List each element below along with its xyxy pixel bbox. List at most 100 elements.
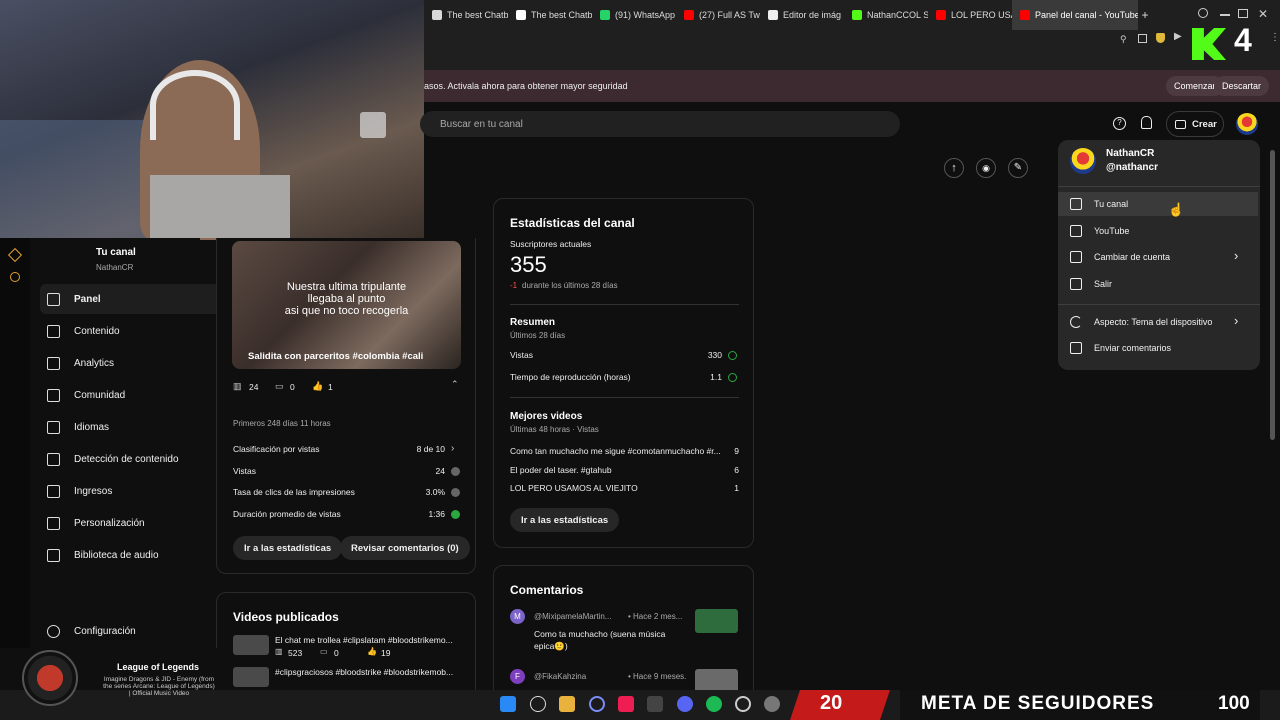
menu-item-cambiar-de-cuenta[interactable]: Cambiar de cuenta › [1058, 245, 1258, 269]
search-tabs-icon[interactable] [1198, 8, 1208, 18]
sidebar-item-ingresos[interactable]: Ingresos [40, 476, 220, 506]
discord-icon[interactable] [677, 696, 693, 712]
tab-label: LOL PERO USA [951, 10, 1012, 20]
tab-label: The best Chatb [531, 10, 592, 20]
menu-avatar [1070, 148, 1096, 174]
banner-text: asos. Activala ahora para obtener mayor … [424, 81, 628, 91]
browser-tab[interactable]: The best Chatb [424, 0, 508, 30]
top-video-title[interactable]: Como tan muchacho me sigue #comotanmucha… [510, 446, 721, 456]
more-icon[interactable]: ⋮ [1270, 32, 1280, 43]
browser-tab[interactable]: (91) WhatsApp [592, 0, 676, 30]
review-comments-button[interactable]: Revisar comentarios (0) [340, 536, 470, 560]
strip-icon[interactable] [7, 247, 23, 263]
file-explorer-icon[interactable] [559, 696, 575, 712]
menu-item-enviar-comentarios[interactable]: Enviar comentarios [1058, 336, 1258, 360]
top-video-title[interactable]: LOL PERO USAMOS AL VIEJITO [510, 483, 638, 493]
menu-item-salir[interactable]: Salir [1058, 272, 1258, 296]
comment-author[interactable]: @FikaKahzina [534, 672, 586, 681]
help-icon[interactable]: ? [1113, 117, 1126, 130]
tab-favicon-icon [852, 10, 862, 20]
commenter-avatar[interactable]: M [510, 609, 525, 624]
dismiss-button[interactable]: Descartar [1214, 76, 1270, 96]
video-title: Salidita con parceritos #colombia #cali [248, 351, 424, 362]
tiktok-icon[interactable] [618, 696, 634, 712]
published-video-title[interactable]: #clipsgraciosos #bloodstrike #bloodstrik… [275, 667, 453, 677]
menu-item-aspecto-tema-del-dispositivo[interactable]: Aspecto: Tema del dispositivo › [1058, 310, 1258, 334]
sidebar-item-detecci-n-de-contenido[interactable]: Detección de contenido [40, 444, 220, 474]
chevron-right-icon[interactable]: › [451, 443, 454, 454]
tab-favicon-icon [432, 10, 442, 20]
sidebar-item-label: Panel [74, 293, 101, 305]
browser-tab[interactable]: Editor de imág [760, 0, 844, 30]
page-scrollbar[interactable] [1270, 150, 1275, 440]
notifications-icon[interactable] [1141, 116, 1152, 129]
menu-item-tu-canal[interactable]: Tu canal [1058, 192, 1258, 216]
commenter-avatar[interactable]: F [510, 669, 525, 684]
extension-icon[interactable] [1138, 34, 1147, 43]
spotify-icon[interactable] [706, 696, 722, 712]
views-icon: ▥ [275, 647, 283, 656]
channel-go-to-stats-button[interactable]: Ir a las estadísticas [510, 508, 620, 532]
upload-icon[interactable]: ↑ [944, 158, 964, 178]
start-icon[interactable] [500, 696, 516, 712]
sidebar-item-label: Ingresos [74, 485, 113, 497]
sidebar-item-personalizaci-n[interactable]: Personalización [40, 508, 220, 538]
sidebar-item-label: Personalización [74, 517, 145, 529]
play-icon[interactable]: ▶ [1174, 31, 1182, 42]
sidebar-channel-title: Tu canal [96, 247, 136, 258]
minimize-icon[interactable] [1220, 14, 1230, 16]
browser-tab[interactable]: NathanCCOL S [844, 0, 928, 30]
top-video-title[interactable]: El poder del taser. #gtahub [510, 465, 612, 475]
switch-account-icon [1070, 251, 1082, 263]
go-to-stats-button[interactable]: Ir a las estadísticas [233, 536, 343, 560]
new-tab-button[interactable]: + [1138, 8, 1152, 22]
video-thumbnail[interactable]: Nuestra ultima tripulante llegaba al pun… [232, 241, 461, 369]
app-icon[interactable] [589, 696, 605, 712]
taskbar-search-icon[interactable] [530, 696, 546, 712]
sidebar-item-idiomas[interactable]: Idiomas [40, 412, 220, 442]
sidebar-item-biblioteca-de-audio[interactable]: Biblioteca de audio [40, 540, 220, 570]
published-videos-card: Videos publicados El chat me trollea #cl… [216, 592, 476, 702]
published-thumbnail[interactable] [233, 667, 269, 687]
top-videos-period: Últimas 48 horas · Vistas [510, 425, 599, 434]
comment-author[interactable]: @MixipamelaMartin... [534, 612, 611, 621]
summary-value: 1.1 [710, 371, 722, 382]
top-video-views: 1 [734, 483, 739, 493]
menu-item-youtube[interactable]: YouTube [1058, 219, 1258, 243]
published-video-title[interactable]: El chat me trollea #clipslatam #bloodstr… [275, 635, 453, 645]
chevron-up-icon[interactable]: ⌃ [451, 379, 459, 390]
close-window-icon[interactable]: ✕ [1258, 7, 1268, 21]
comment-time: • Hace 9 meses. [628, 672, 687, 681]
sidebar-item-analytics[interactable]: Analytics [40, 348, 220, 378]
browser-icon[interactable] [735, 696, 751, 712]
sidebar-item-comunidad[interactable]: Comunidad [40, 380, 220, 410]
avatar[interactable] [1236, 113, 1258, 135]
video-stat-value: 24 [435, 465, 445, 476]
published-thumbnail[interactable] [233, 635, 269, 655]
restore-icon[interactable] [1238, 9, 1248, 18]
sidebar-item-panel[interactable]: Panel [40, 284, 220, 314]
sidebar-item-contenido[interactable]: Contenido [40, 316, 220, 346]
sidebar-item-settings[interactable]: Configuración [40, 616, 220, 646]
tab-label: (91) WhatsApp [615, 10, 676, 20]
comment-video-thumbnail[interactable] [695, 609, 738, 633]
settings-taskbar-icon[interactable] [764, 696, 780, 712]
tab-favicon-icon [600, 10, 610, 20]
shield-icon[interactable] [1156, 33, 1165, 43]
live-icon[interactable]: ◉ [976, 158, 996, 178]
divider [510, 397, 739, 398]
video-stat-value: 1:36 [428, 508, 445, 519]
obs-icon[interactable] [647, 696, 663, 712]
edit-icon[interactable]: ✎ [1008, 158, 1028, 178]
browser-tab[interactable]: Panel del canal - YouTube [1012, 0, 1138, 30]
sidebar-item-label: Idiomas [74, 421, 110, 433]
pin-icon[interactable]: ⚲ [1120, 34, 1127, 45]
search-input[interactable]: Buscar en tu canal [420, 111, 900, 137]
create-button[interactable]: Crear [1166, 111, 1224, 137]
browser-tab-bar: The best Chatb The best Chatb (91) WhatsAp… [424, 0, 1280, 30]
strip-settings-icon[interactable] [10, 272, 20, 282]
browser-tab[interactable]: LOL PERO USA [928, 0, 1012, 30]
browser-tab[interactable]: The best Chatb [508, 0, 592, 30]
browser-tab[interactable]: (27) Full AS Tw [676, 0, 760, 30]
subs-delta: -1 [510, 281, 518, 290]
